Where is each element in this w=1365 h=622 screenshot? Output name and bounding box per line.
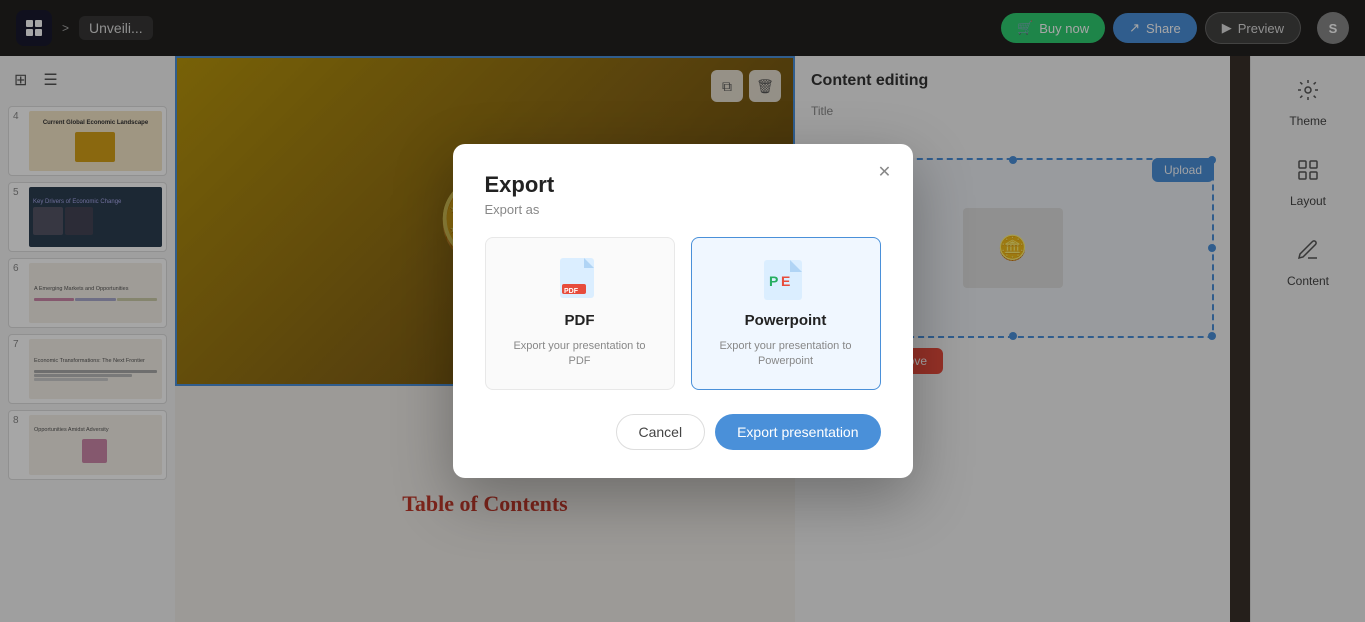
powerpoint-option-name: Powerpoint bbox=[745, 312, 827, 329]
pdf-option-name: PDF bbox=[565, 312, 595, 329]
pdf-option-desc: Export your presentation to PDF bbox=[502, 339, 658, 370]
powerpoint-option-desc: Export your presentation to Powerpoint bbox=[708, 339, 864, 370]
modal-overlay[interactable]: ✕ Export Export as PDF PDF Export your p… bbox=[0, 0, 1365, 622]
export-presentation-button[interactable]: Export presentation bbox=[715, 414, 880, 450]
pdf-icon: PDF bbox=[560, 258, 600, 302]
svg-text:PDF: PDF bbox=[564, 288, 579, 295]
modal-close-button[interactable]: ✕ bbox=[871, 158, 899, 186]
export-modal: ✕ Export Export as PDF PDF Export your p… bbox=[453, 144, 913, 479]
export-options: PDF PDF Export your presentation to PDF … bbox=[485, 237, 881, 391]
export-option-powerpoint[interactable]: P E Powerpoint Export your presentation … bbox=[691, 237, 881, 391]
export-option-pdf[interactable]: PDF PDF Export your presentation to PDF bbox=[485, 237, 675, 391]
modal-footer: Cancel Export presentation bbox=[485, 414, 881, 450]
cancel-button[interactable]: Cancel bbox=[616, 414, 706, 450]
modal-subtitle: Export as bbox=[485, 202, 881, 217]
modal-title: Export bbox=[485, 172, 881, 198]
svg-text:E: E bbox=[781, 273, 790, 289]
svg-text:P: P bbox=[769, 273, 778, 289]
ppt-icon: P E bbox=[764, 258, 808, 302]
